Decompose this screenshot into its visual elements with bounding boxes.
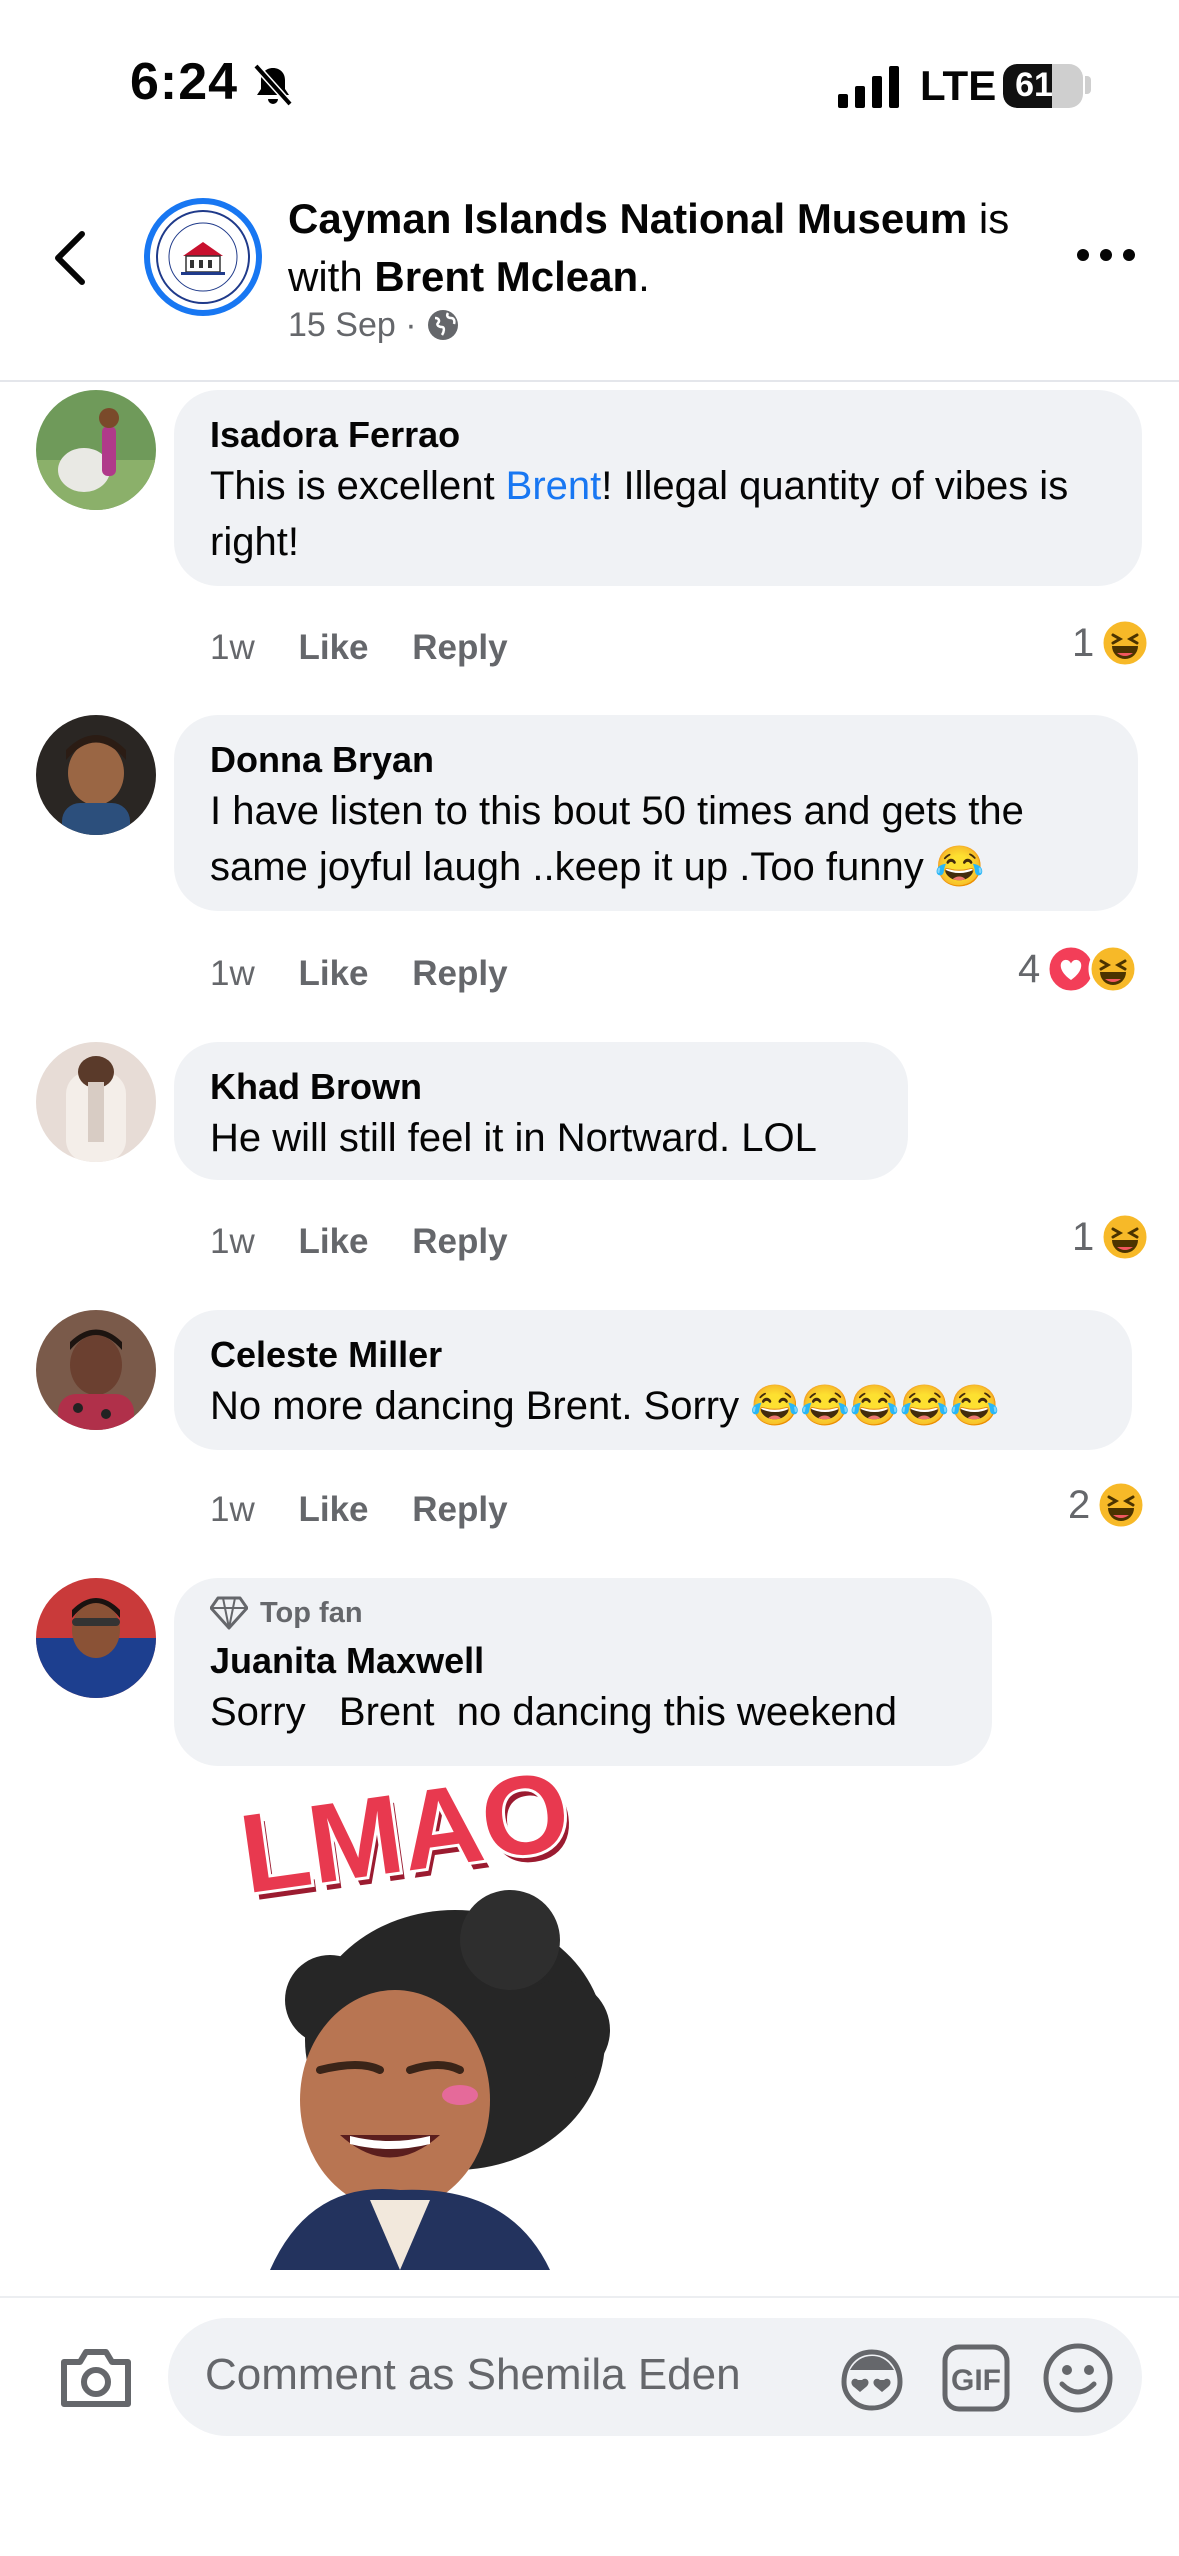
dot-separator: · (405, 306, 426, 344)
commenter-avatar[interactable] (36, 1042, 156, 1162)
cellular-signal-icon (838, 66, 899, 108)
globe-icon (428, 310, 458, 340)
tagged-person-link[interactable]: Brent Mclean (374, 253, 638, 300)
comment-bubble[interactable]: Isadora Ferrao This is excellent Brent! … (174, 390, 1142, 586)
like-button[interactable]: Like (298, 1222, 368, 1261)
lmao-sticker[interactable]: LMAO LMAO (210, 1744, 630, 2270)
composer-divider (0, 2296, 1179, 2298)
commenter-name[interactable]: Juanita Maxwell (210, 1638, 956, 1684)
reaction-count: 1 (1072, 1214, 1095, 1259)
haha-reaction-icon (1096, 1480, 1146, 1530)
header-divider (0, 380, 1179, 382)
comment-bubble[interactable]: Donna Bryan I have listen to this bout 5… (174, 715, 1138, 911)
comment-text: No more dancing Brent. Sorry 😂😂😂😂😂 (210, 1384, 1000, 1428)
commenter-avatar[interactable] (36, 390, 156, 510)
comment-meta: 1w Like Reply (210, 1222, 508, 1262)
camera-icon[interactable] (58, 2344, 134, 2410)
post-header-title: Cayman Islands National Museum is with B… (288, 190, 1048, 306)
comment-text: Sorry Brent no dancing this weekend (210, 1690, 898, 1734)
comment-text: This is excellent Brent! Illegal quantit… (210, 464, 1069, 564)
reaction-count: 2 (1068, 1482, 1091, 1527)
commenter-avatar[interactable] (36, 715, 156, 835)
back-arrow-icon[interactable] (50, 228, 90, 288)
comment-time[interactable]: 1w (210, 1222, 255, 1261)
comment-bubble[interactable]: Khad Brown He will still feel it in Nort… (174, 1042, 908, 1180)
page-name-link[interactable]: Cayman Islands National Museum (288, 195, 967, 242)
page-avatar[interactable] (144, 198, 262, 316)
bell-muted-icon (253, 63, 293, 107)
comment-meta: 1w Like Reply (210, 1490, 508, 1530)
comment-meta: 1w Like Reply (210, 954, 508, 994)
haha-reaction-icon (1100, 618, 1150, 668)
gif-button[interactable]: GIF (942, 2344, 1010, 2412)
comment-meta: 1w Like Reply (210, 628, 508, 668)
avatar-sticker-icon[interactable] (836, 2346, 908, 2412)
reaction-count: 1 (1072, 620, 1095, 665)
post-date-text: 15 Sep (288, 306, 396, 344)
commenter-name[interactable]: Khad Brown (210, 1064, 872, 1110)
comment-time[interactable]: 1w (210, 1490, 255, 1529)
top-fan-badge: Top fan (210, 1596, 956, 1630)
gif-label: GIF (951, 2364, 1001, 2397)
like-button[interactable]: Like (298, 628, 368, 667)
reply-button[interactable]: Reply (412, 954, 507, 993)
gif-icon: GIF (942, 2344, 1010, 2412)
haha-reaction-icon (1100, 1212, 1150, 1262)
commenter-name[interactable]: Donna Bryan (210, 737, 1102, 783)
comment-text: I have listen to this bout 50 times and … (210, 789, 1024, 889)
comment-text: He will still feel it in Nortward. LOL (210, 1116, 817, 1160)
diamond-icon (210, 1596, 248, 1630)
museum-logo-icon (156, 210, 250, 304)
battery-tip (1085, 76, 1091, 94)
network-type: LTE (920, 62, 997, 109)
reply-button[interactable]: Reply (412, 1222, 507, 1261)
comment-bubble[interactable]: Celeste Miller No more dancing Brent. So… (174, 1310, 1132, 1450)
comment-input-placeholder[interactable]: Comment as Shemila Eden (205, 2350, 741, 2400)
comment-time[interactable]: 1w (210, 628, 255, 667)
haha-reaction-icon (1088, 944, 1138, 994)
commenter-name[interactable]: Celeste Miller (210, 1332, 1096, 1378)
commenter-avatar[interactable] (36, 1578, 156, 1698)
reaction-summary[interactable]: 1 (1072, 1212, 1150, 1262)
period: . (638, 253, 650, 300)
reaction-count: 4 (1018, 946, 1041, 991)
battery-icon: 61 (1003, 64, 1083, 108)
comment-bubble[interactable]: Top fan Juanita Maxwell Sorry Brent no d… (174, 1578, 992, 1766)
reaction-summary[interactable]: 4 (1018, 944, 1138, 994)
battery-level: 61 (1015, 66, 1053, 104)
reaction-summary[interactable]: 2 (1068, 1480, 1146, 1530)
comment-time[interactable]: 1w (210, 954, 255, 993)
post-date[interactable]: 15 Sep · (288, 306, 460, 345)
like-button[interactable]: Like (298, 1490, 368, 1529)
reply-button[interactable]: Reply (412, 1490, 507, 1529)
mention-link[interactable]: Brent (506, 464, 602, 508)
reply-button[interactable]: Reply (412, 628, 507, 667)
status-time: 6:24 (130, 53, 239, 111)
emoji-icon[interactable] (1040, 2340, 1116, 2416)
top-fan-label: Top fan (260, 1596, 363, 1629)
more-options-icon[interactable] (1075, 238, 1137, 272)
reaction-summary[interactable]: 1 (1072, 618, 1150, 668)
like-button[interactable]: Like (298, 954, 368, 993)
commenter-avatar[interactable] (36, 1310, 156, 1430)
commenter-name[interactable]: Isadora Ferrao (210, 412, 1106, 458)
